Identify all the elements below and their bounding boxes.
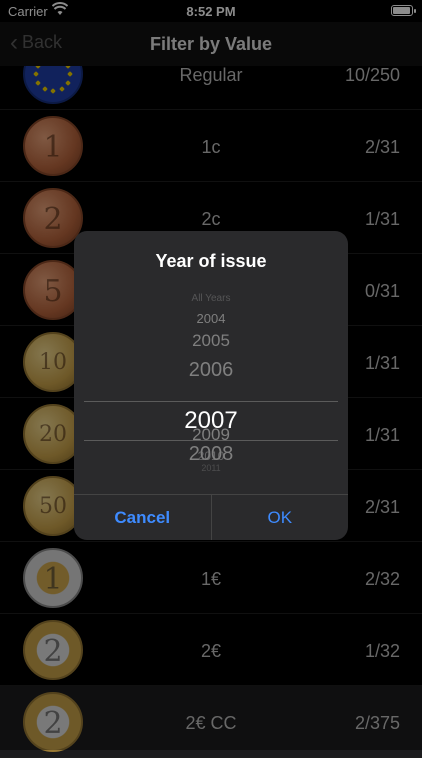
year-picker-dialog: Year of issue All Years 2004 2005 2006 2… xyxy=(74,231,348,540)
picker-option[interactable]: 2009 xyxy=(74,425,348,445)
picker-option[interactable]: 2006 xyxy=(74,359,348,382)
picker-option[interactable]: All Years xyxy=(74,293,348,304)
picker-option[interactable]: 2004 xyxy=(74,311,348,326)
picker-option[interactable]: 2011 xyxy=(74,463,348,473)
ok-button[interactable]: OK xyxy=(212,495,349,540)
picker-option[interactable]: 2010 xyxy=(74,449,348,463)
picker-option[interactable]: 2005 xyxy=(74,331,348,351)
dialog-title: Year of issue xyxy=(155,251,267,271)
cancel-button[interactable]: Cancel xyxy=(74,495,212,540)
dialog-buttons: Cancel OK xyxy=(74,494,348,540)
